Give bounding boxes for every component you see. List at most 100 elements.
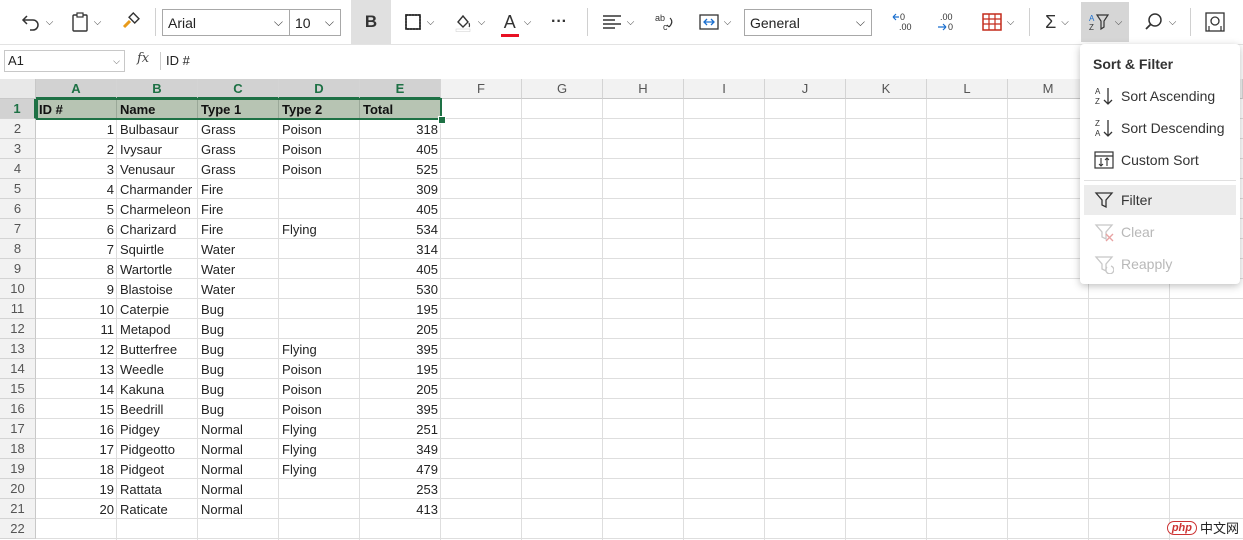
cell-type2[interactable]: Flying	[279, 219, 360, 239]
cell-name[interactable]: Pidgeot	[117, 459, 198, 479]
cell-type1[interactable]: Bug	[198, 339, 279, 359]
analyze-data-button[interactable]	[1198, 6, 1232, 38]
cell-id[interactable]: 3	[36, 159, 117, 179]
cell-type2[interactable]	[279, 239, 360, 259]
cell-name[interactable]: Butterfree	[117, 339, 198, 359]
cell-id[interactable]: 13	[36, 359, 117, 379]
cell-type2[interactable]: Poison	[279, 119, 360, 139]
font-size-select[interactable]: 10 ⌵	[289, 9, 341, 36]
cell-type2[interactable]: Flying	[279, 459, 360, 479]
fill-color-button[interactable]: ⌵	[449, 6, 489, 38]
cell-total[interactable]: 349	[360, 439, 441, 459]
column-header-m[interactable]: M	[1008, 79, 1089, 99]
cell-type1[interactable]: Normal	[198, 439, 279, 459]
cell-type1[interactable]: Grass	[198, 139, 279, 159]
cell-total[interactable]: 395	[360, 339, 441, 359]
column-header-j[interactable]: J	[765, 79, 846, 99]
cell-type1[interactable]: Fire	[198, 219, 279, 239]
cell-total[interactable]: 318	[360, 119, 441, 139]
align-button[interactable]: ⌵	[597, 6, 639, 38]
menu-item-sort-ascending[interactable]: AZ Sort Ascending	[1084, 81, 1236, 111]
cell-name[interactable]: Charmander	[117, 179, 198, 199]
format-painter-button[interactable]	[115, 6, 147, 38]
cell-type2[interactable]	[279, 319, 360, 339]
cell-name[interactable]: Rattata	[117, 479, 198, 499]
cell-name[interactable]: Metapod	[117, 319, 198, 339]
row-header-16[interactable]: 16	[0, 399, 36, 419]
cell-type2[interactable]	[279, 479, 360, 499]
cell-type2[interactable]	[279, 199, 360, 219]
autosum-button[interactable]: Σ ⌵	[1036, 6, 1078, 38]
wrap-text-button[interactable]: ab c	[650, 6, 680, 38]
header-cell-type1[interactable]: Type 1	[198, 99, 279, 119]
cell-total[interactable]: 405	[360, 259, 441, 279]
cell-id[interactable]: 5	[36, 199, 117, 219]
cell-name[interactable]: Charizard	[117, 219, 198, 239]
cell-id[interactable]: 4	[36, 179, 117, 199]
cell-type1[interactable]: Fire	[198, 199, 279, 219]
formula-input[interactable]: ID #	[166, 53, 190, 68]
cell-id[interactable]: 12	[36, 339, 117, 359]
sort-filter-button[interactable]: AZ ⌵	[1081, 2, 1129, 42]
cell-total[interactable]: 195	[360, 299, 441, 319]
column-header-f[interactable]: F	[441, 79, 522, 99]
row-header-3[interactable]: 3	[0, 139, 36, 159]
cell-type1[interactable]: Grass	[198, 159, 279, 179]
column-header-c[interactable]: C	[198, 79, 279, 99]
column-header-e[interactable]: E	[360, 79, 441, 99]
cell-id[interactable]: 20	[36, 499, 117, 519]
cell-total[interactable]: 413	[360, 499, 441, 519]
cell-name[interactable]: Pidgey	[117, 419, 198, 439]
cell-total[interactable]: 395	[360, 399, 441, 419]
cell-id[interactable]: 16	[36, 419, 117, 439]
merge-cells-button[interactable]: ⌵	[694, 6, 736, 38]
row-header-12[interactable]: 12	[0, 319, 36, 339]
cell-total[interactable]: 251	[360, 419, 441, 439]
name-box[interactable]: A1 ⌵	[4, 50, 125, 72]
cell-type2[interactable]: Poison	[279, 379, 360, 399]
cell-id[interactable]: 8	[36, 259, 117, 279]
header-cell-name[interactable]: Name	[117, 99, 198, 119]
row-header-20[interactable]: 20	[0, 479, 36, 499]
cell-type1[interactable]: Bug	[198, 399, 279, 419]
fill-handle[interactable]	[438, 116, 446, 124]
cell-id[interactable]: 10	[36, 299, 117, 319]
cell-type2[interactable]: Poison	[279, 399, 360, 419]
cell-name[interactable]: Weedle	[117, 359, 198, 379]
header-cell-total[interactable]: Total	[360, 99, 441, 119]
row-header-1[interactable]: 1	[0, 99, 36, 119]
column-header-i[interactable]: I	[684, 79, 765, 99]
increase-decimal-button[interactable]: 0.00	[885, 6, 921, 38]
row-header-2[interactable]: 2	[0, 119, 36, 139]
menu-item-reapply[interactable]: Reapply	[1084, 249, 1236, 279]
column-header-k[interactable]: K	[846, 79, 927, 99]
header-cell-id[interactable]: ID #	[36, 99, 117, 119]
cell-name[interactable]: Bulbasaur	[117, 119, 198, 139]
row-header-19[interactable]: 19	[0, 459, 36, 479]
row-header-13[interactable]: 13	[0, 339, 36, 359]
header-cell-type2[interactable]: Type 2	[279, 99, 360, 119]
row-header-10[interactable]: 10	[0, 279, 36, 299]
cell-name[interactable]: Squirtle	[117, 239, 198, 259]
cell-type1[interactable]: Normal	[198, 499, 279, 519]
menu-item-clear[interactable]: Clear	[1084, 217, 1236, 247]
cell-type2[interactable]	[279, 279, 360, 299]
cell-type1[interactable]: Water	[198, 279, 279, 299]
cell-type2[interactable]: Flying	[279, 439, 360, 459]
cell-type1[interactable]: Bug	[198, 319, 279, 339]
borders-button[interactable]: ⌵	[398, 6, 440, 38]
cell-id[interactable]: 1	[36, 119, 117, 139]
cell-type2[interactable]: Poison	[279, 159, 360, 179]
cell-type1[interactable]: Bug	[198, 359, 279, 379]
cell-total[interactable]: 479	[360, 459, 441, 479]
cell-id[interactable]: 2	[36, 139, 117, 159]
menu-item-filter[interactable]: Filter	[1084, 185, 1236, 215]
row-header-22[interactable]: 22	[0, 519, 36, 539]
cell-name[interactable]: Pidgeotto	[117, 439, 198, 459]
find-button[interactable]: ⌵	[1138, 6, 1182, 38]
cell-total[interactable]: 205	[360, 319, 441, 339]
font-color-button[interactable]: A ⌵	[497, 6, 535, 38]
row-header-14[interactable]: 14	[0, 359, 36, 379]
cell-type2[interactable]	[279, 299, 360, 319]
number-format-select[interactable]: General ⌵	[744, 9, 872, 36]
